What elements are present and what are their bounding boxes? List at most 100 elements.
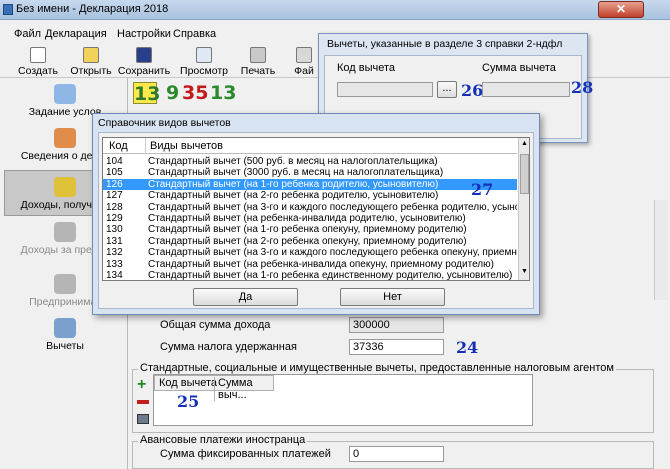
item-name: Стандартный вычет (3000 руб. в месяц на … xyxy=(148,167,444,179)
print-button[interactable]: Печать xyxy=(230,45,286,78)
item-name: Стандартный вычет (на 1-го ребенка опеку… xyxy=(148,224,467,236)
foreign-group-title: Авансовые платежи иностранца xyxy=(138,434,308,446)
col-deduction-code[interactable]: Код вычета xyxy=(159,377,217,389)
edit-icon[interactable] xyxy=(137,414,149,424)
save-button[interactable]: Сохранить xyxy=(116,45,172,78)
item-code: 130 xyxy=(106,224,123,236)
item-name: Стандартный вычет (500 руб. в месяц на н… xyxy=(148,156,438,167)
entrepreneur-icon xyxy=(54,274,76,294)
deduction-types-body: Код Виды вычетов 104 Стандартный вычет (5… xyxy=(98,132,534,309)
code-field[interactable] xyxy=(337,82,433,97)
nav-deductions[interactable]: Вычеты xyxy=(4,318,126,352)
person-icon xyxy=(54,128,76,148)
list-item[interactable]: 131 Стандартный вычет (на 2-го ребенка оп… xyxy=(103,236,517,248)
annotation-26: 26 xyxy=(461,81,484,100)
menu-file[interactable]: Файл xyxy=(14,28,41,40)
open-folder-icon xyxy=(83,47,99,63)
deductions-grid[interactable]: Код вычета Сумма выч... xyxy=(153,374,533,426)
item-name: Стандартный вычет (на ребенка-инвалида о… xyxy=(148,258,494,270)
create-button[interactable]: Создать xyxy=(10,45,66,78)
preview-icon xyxy=(196,47,212,63)
remove-icon[interactable] xyxy=(137,400,149,404)
deduction-types-dialog-title: Справочник видов вычетов xyxy=(98,117,231,129)
scroll-up-icon[interactable]: ▲ xyxy=(520,140,529,148)
deduction-types-dialog: Справочник видов вычетов Код Виды вычето… xyxy=(92,113,540,315)
item-code: 104 xyxy=(106,156,123,167)
item-name: Стандартный вычет (на 2-го ребенка опеку… xyxy=(148,235,467,247)
item-name: Стандартный вычет (на ребенка-инвалида р… xyxy=(148,213,466,224)
list-item[interactable]: 132 Стандартный вычет (на 3-го и каждого … xyxy=(103,247,517,259)
open-button[interactable]: Открыть xyxy=(63,45,119,78)
item-code: 132 xyxy=(106,247,123,259)
menu-settings[interactable]: Настройки xyxy=(117,28,171,40)
item-code: 129 xyxy=(106,213,123,224)
list-item[interactable]: 134 Стандартный вычет (на 1-го ребенка ед… xyxy=(103,270,517,281)
list-scrollbar[interactable]: ▲ ▼ xyxy=(518,138,529,280)
rate-13[interactable]: 13 xyxy=(210,82,236,104)
no-button[interactable]: Нет xyxy=(340,288,445,306)
item-code: 133 xyxy=(106,258,123,270)
main-window: Без имени - Декларация 2018 ✕ Файл Декла… xyxy=(0,0,670,469)
sum-field[interactable] xyxy=(482,82,570,97)
tax-withheld-label: Сумма налога удержанная xyxy=(160,341,297,353)
list-item[interactable]: 129 Стандартный вычет (на ребенка-инвалид… xyxy=(103,213,517,225)
rate-35[interactable]: 35 xyxy=(182,82,208,104)
menu-declaration[interactable]: Декларация xyxy=(45,28,107,40)
title-bar: Без имени - Декларация 2018 ✕ xyxy=(0,0,670,20)
yes-button[interactable]: Да xyxy=(193,288,298,306)
tax-withheld-field[interactable]: 37336 xyxy=(349,339,444,355)
list-item[interactable]: 105 Стандартный вычет (3000 руб. в месяц … xyxy=(103,167,517,179)
list-item[interactable]: 128 Стандартный вычет (на 3-го и каждого … xyxy=(103,202,517,214)
window-title: Без имени - Декларация 2018 xyxy=(16,3,169,15)
file-icon xyxy=(296,47,312,63)
printer-icon xyxy=(250,47,266,63)
new-document-icon xyxy=(30,47,46,63)
item-code: 128 xyxy=(106,201,123,213)
total-income-label: Общая сумма дохода xyxy=(160,319,271,331)
item-name: Стандартный вычет (на 1-го ребенка единс… xyxy=(148,270,513,281)
item-name: Стандартный вычет (на 2-го ребенка родит… xyxy=(148,190,439,202)
deduction-types-list[interactable]: Код Виды вычетов 104 Стандартный вычет (5… xyxy=(102,137,530,281)
item-name: Стандартный вычет (на 3-го и каждого пос… xyxy=(148,247,517,259)
item-name: Стандартный вычет (на 3-го и каждого пос… xyxy=(148,201,517,213)
menu-help[interactable]: Справка xyxy=(173,28,216,40)
annotation-24: 24 xyxy=(456,338,479,357)
rate-13-selected[interactable]: 13 xyxy=(133,82,160,105)
content-scrollbar[interactable] xyxy=(654,200,668,300)
list-item[interactable]: 127 Стандартный вычет (на 2-го ребенка ро… xyxy=(103,190,517,202)
list-item[interactable]: 126 Стандартный вычет (на 1-го ребенка ро… xyxy=(103,178,517,191)
item-code: 105 xyxy=(106,167,123,179)
close-button[interactable]: ✕ xyxy=(598,1,644,18)
rate-9[interactable]: 9 xyxy=(166,82,179,104)
code-label: Код вычета xyxy=(337,62,396,74)
coins-icon xyxy=(54,177,76,197)
item-code: 127 xyxy=(106,190,123,202)
item-name: Стандартный вычет (на 1-го ребенка родит… xyxy=(148,178,439,190)
item-code: 134 xyxy=(106,270,123,281)
app-icon xyxy=(3,4,13,15)
col-deduction-sum[interactable]: Сумма выч... xyxy=(214,377,273,401)
scroll-down-icon[interactable]: ▼ xyxy=(520,268,529,276)
annotation-25: 25 xyxy=(177,392,200,411)
add-icon[interactable]: + xyxy=(137,377,149,393)
sum-label: Сумма вычета xyxy=(482,62,556,74)
col-code[interactable]: Код xyxy=(109,140,128,152)
file-button[interactable]: Фай xyxy=(287,45,321,78)
list-item[interactable]: 130 Стандартный вычет (на 1-го ребенка оп… xyxy=(103,224,517,236)
list-item[interactable]: 104 Стандартный вычет (500 руб. в месяц н… xyxy=(103,156,517,168)
item-code: 131 xyxy=(106,235,123,247)
grid-header: Код вычета Сумма выч... xyxy=(154,375,274,401)
deductions-group-title: Стандартные, социальные и имущественные … xyxy=(138,362,616,374)
fixed-payments-field[interactable]: 0 xyxy=(349,446,444,462)
annotation-27: 27 xyxy=(471,180,494,199)
list-header: Код Виды вычетов xyxy=(103,138,517,154)
fixed-payments-label: Сумма фиксированных платежей xyxy=(160,448,331,460)
browse-button[interactable]: ... xyxy=(437,81,457,98)
money-bag-icon xyxy=(54,222,76,242)
floppy-icon xyxy=(136,47,152,63)
list-item[interactable]: 133 Стандартный вычет (на ребенка-инвалид… xyxy=(103,259,517,271)
hierarchy-icon xyxy=(54,84,76,104)
preview-button[interactable]: Просмотр xyxy=(176,45,232,78)
scroll-thumb[interactable] xyxy=(520,154,529,194)
col-deduction-types[interactable]: Виды вычетов xyxy=(150,140,223,152)
